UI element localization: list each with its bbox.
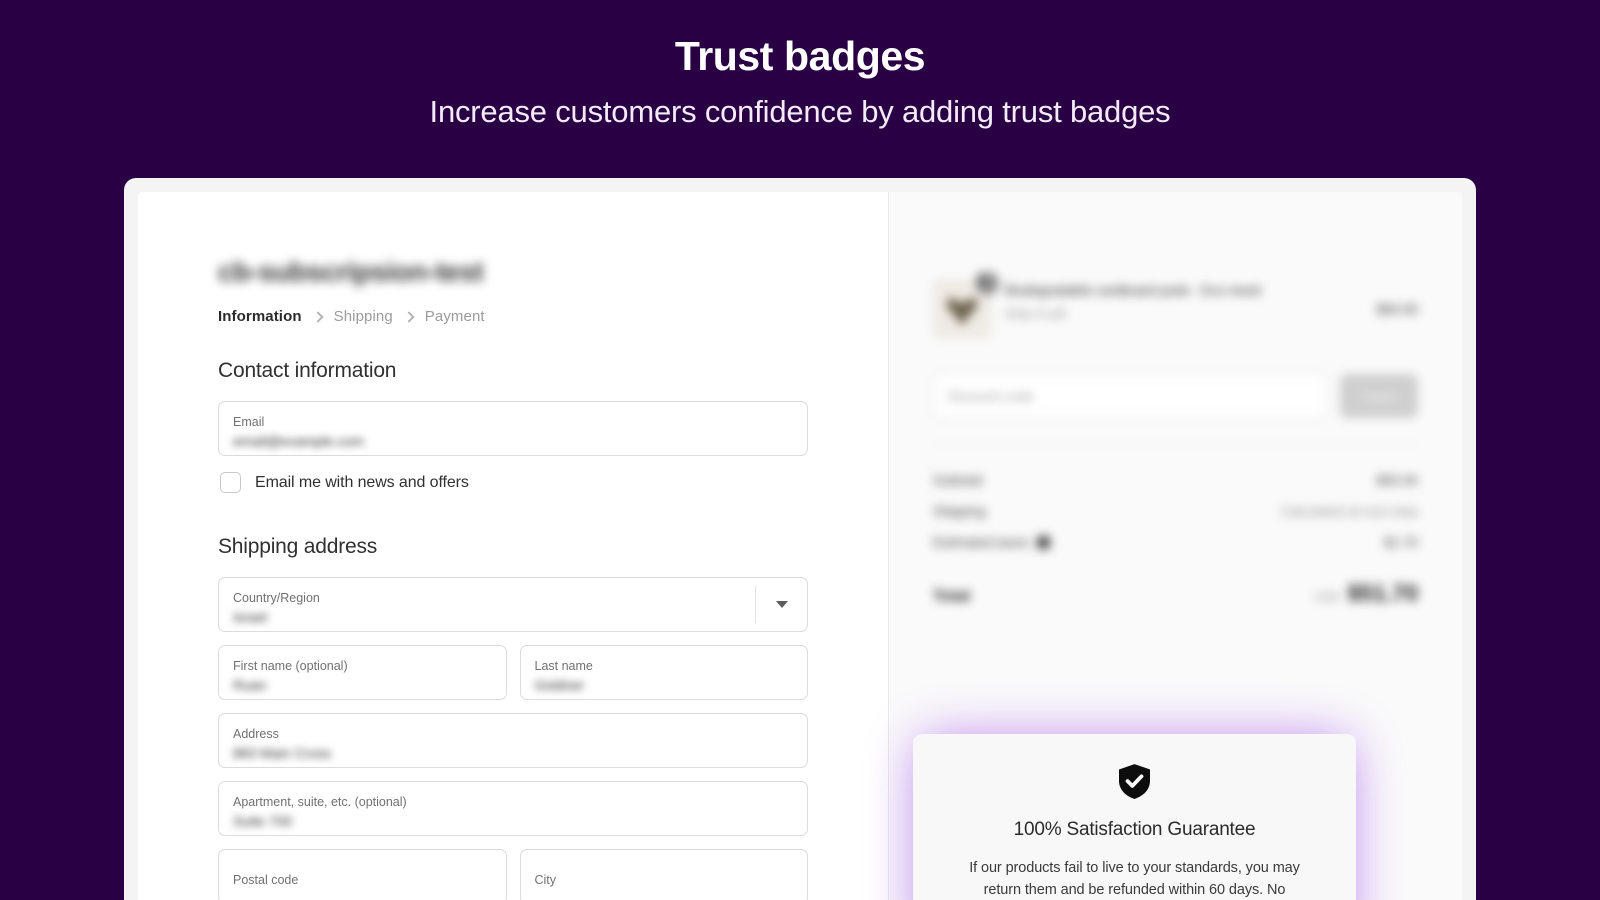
estimated-taxes-text: Estimated taxes xyxy=(933,535,1030,550)
postal-city-row: Postal code City xyxy=(218,849,808,900)
estimated-taxes-row: Estimated taxes $1.70 xyxy=(933,527,1418,558)
hero-header: Trust badges Increase customers confiden… xyxy=(0,0,1600,130)
city-label: City xyxy=(534,872,557,887)
apartment-field[interactable]: Apartment, suite, etc. (optional) Suite … xyxy=(218,781,808,836)
newsletter-checkbox-label: Email me with news and offers xyxy=(255,473,469,491)
estimated-taxes-value: $1.70 xyxy=(1384,535,1418,550)
last-name-field[interactable]: Last name Goldner xyxy=(519,645,808,700)
line-item-price: $50.00 xyxy=(1376,302,1418,317)
country-region-value: Israel xyxy=(233,608,268,625)
total-amount: $51.70 xyxy=(1347,580,1418,606)
subtotal-value: $50.00 xyxy=(1376,473,1418,488)
postal-code-label: Postal code xyxy=(233,872,299,887)
checkout-preview-frame: cb-subscripsion-test Information Shippin… xyxy=(124,178,1476,900)
name-fields-row: First name (optional) Ruan Last name Gol… xyxy=(218,645,808,713)
estimated-taxes-label: Estimated taxes xyxy=(933,535,1051,550)
order-line-item: 1 Biodegradable cardboard pods - Eco mes… xyxy=(933,262,1418,362)
shipping-value: Calculated at next step xyxy=(1280,504,1418,519)
chevron-right-icon xyxy=(403,310,415,323)
city-field[interactable]: City xyxy=(519,849,808,900)
checkout-page: cb-subscripsion-test Information Shippin… xyxy=(138,192,1462,900)
shipping-row: Shipping Calculated at next step xyxy=(933,496,1418,527)
page-title: Trust badges xyxy=(674,33,926,79)
order-summary-column: 1 Biodegradable cardboard pods - Eco mes… xyxy=(888,192,1462,900)
grand-total-row: Total USD $51.70 xyxy=(933,558,1418,607)
store-name: cb-subscripsion-test xyxy=(218,256,484,287)
country-region-label: Country/Region xyxy=(233,591,320,606)
page-subtitle: Increase customers confidence by adding … xyxy=(429,93,1171,129)
postal-code-field[interactable]: Postal code xyxy=(218,849,507,900)
contact-information-heading: Contact information xyxy=(218,359,397,382)
first-name-label: First name (optional) xyxy=(233,659,348,674)
apartment-label: Apartment, suite, etc. (optional) xyxy=(233,795,407,810)
info-icon[interactable] xyxy=(1037,536,1051,549)
quantity-badge: 1 xyxy=(976,272,999,295)
apartment-value: Suite 700 xyxy=(233,812,293,829)
last-name-value: Goldner xyxy=(534,676,585,693)
discount-code-input[interactable]: Discount code xyxy=(933,374,1328,418)
checkout-form-column: cb-subscripsion-test Information Shippin… xyxy=(138,192,888,900)
newsletter-checkbox[interactable] xyxy=(220,472,241,493)
line-item-body: Biodegradable cardboard pods - Eco mesh … xyxy=(1005,280,1363,321)
breadcrumb-item-information[interactable]: Information xyxy=(218,308,302,325)
breadcrumb-item-shipping[interactable]: Shipping xyxy=(334,308,393,325)
trust-badge-card: 100% Satisfaction Guarantee If our produ… xyxy=(913,733,1356,900)
subtotal-label: Subtotal xyxy=(933,473,983,488)
shipping-label: Shipping xyxy=(933,504,986,519)
apply-discount-button[interactable]: Apply xyxy=(1340,374,1418,418)
trust-badge-body: If our products fail to live to your sta… xyxy=(969,859,1300,899)
total-currency: USD xyxy=(1314,590,1340,604)
product-thumbnail: 1 xyxy=(933,272,999,338)
last-name-label: Last name xyxy=(534,659,593,674)
newsletter-checkbox-row[interactable]: Email me with news and offers xyxy=(220,472,808,493)
total-amount-group: USD $51.70 xyxy=(1314,580,1418,607)
country-region-select[interactable]: Country/Region Israel xyxy=(218,577,808,632)
breadcrumb-item-payment[interactable]: Payment xyxy=(425,308,485,325)
product-variant: Only 4 Left xyxy=(1005,306,1066,321)
chevron-down-icon[interactable] xyxy=(755,586,807,623)
address-value: 883 Main Cross xyxy=(233,744,332,761)
totals-section: Subtotal $50.00 Shipping Calculated at n… xyxy=(933,444,1418,607)
trust-badge-card-wrapper: 100% Satisfaction Guarantee If our produ… xyxy=(913,733,1356,900)
total-label: Total xyxy=(933,588,971,605)
discount-row: Discount code Apply xyxy=(933,362,1418,444)
address-field[interactable]: Address 883 Main Cross xyxy=(218,713,808,768)
shipping-address-heading: Shipping address xyxy=(218,535,378,558)
email-field-value: email@example.com xyxy=(233,432,364,449)
shield-check-icon xyxy=(1119,763,1150,799)
address-label: Address xyxy=(233,727,279,742)
product-title: Biodegradable cardboard pods - Eco mesh xyxy=(1005,283,1262,298)
first-name-value: Ruan xyxy=(233,676,267,693)
email-field-label: Email xyxy=(233,415,265,430)
breadcrumb: Information Shipping Payment xyxy=(218,308,808,325)
subtotal-row: Subtotal $50.00 xyxy=(933,465,1418,496)
email-field[interactable]: Email email@example.com xyxy=(218,401,808,456)
trust-badge-title: 100% Satisfaction Guarantee xyxy=(1013,818,1256,840)
first-name-field[interactable]: First name (optional) Ruan xyxy=(218,645,507,700)
chevron-right-icon xyxy=(311,310,324,323)
